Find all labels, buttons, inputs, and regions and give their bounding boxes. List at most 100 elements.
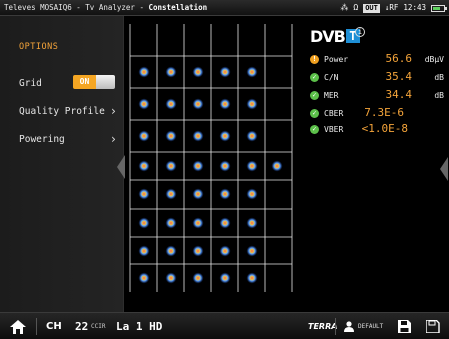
constellation-point — [246, 245, 258, 257]
output-badge: OUT — [363, 3, 380, 13]
info-icon[interactable]: i — [355, 27, 365, 37]
grid-toggle-on: ON — [73, 75, 96, 89]
constellation-diagram — [129, 24, 293, 292]
terrestrial-button[interactable]: TERRA — [308, 313, 337, 339]
divider — [335, 318, 336, 335]
constellation-point — [138, 160, 150, 172]
constellation-point — [219, 160, 231, 172]
constellation-point — [192, 188, 204, 200]
check-icon: ✓ — [310, 109, 319, 118]
constellation-point — [219, 66, 231, 78]
constellation-point — [246, 217, 258, 229]
grid-option: Grid ON — [19, 75, 117, 89]
channel-number-text: 22 — [75, 320, 89, 333]
measurement-value: 34.4 — [385, 88, 413, 101]
measurement-label: Power — [324, 55, 349, 64]
headphones-icon[interactable]: Ω — [353, 0, 358, 16]
save-icon — [398, 320, 411, 333]
channel-plan: CCIR — [91, 313, 105, 339]
check-icon: ✓ — [310, 73, 319, 82]
constellation-point — [192, 160, 204, 172]
home-button[interactable] — [10, 313, 26, 339]
measurement-value: <1.0E-8 — [361, 122, 408, 135]
quality-profile-option[interactable]: Quality Profile › — [19, 104, 117, 118]
constellation-grid — [129, 24, 293, 292]
constellation-point — [165, 188, 177, 200]
rf-indicator: ↓RF — [384, 3, 399, 12]
save-as-icon — [426, 320, 440, 333]
status-group: ⁂ Ω OUT ↓RF 12:43 — [340, 0, 447, 16]
top-status-bar: Televes MOSAIQ6 - Tv Analyzer - Constell… — [0, 0, 449, 16]
clock: 12:43 — [403, 3, 426, 12]
constellation-point — [138, 217, 150, 229]
grid-toggle[interactable]: ON — [73, 75, 115, 89]
user-icon — [344, 321, 354, 332]
dvb-t-logo: DVB T — [310, 25, 360, 47]
powering-option[interactable]: Powering › — [19, 132, 117, 146]
measurement-value: 35.4 — [385, 70, 413, 83]
constellation-point — [246, 98, 258, 110]
options-title: OPTIONS — [19, 42, 59, 52]
constellation-point — [219, 188, 231, 200]
constellation-point — [138, 272, 150, 284]
constellation-point — [138, 188, 150, 200]
constellation-point — [192, 272, 204, 284]
constellation-point — [192, 98, 204, 110]
divider — [36, 318, 37, 335]
lnb-icon: ⁂ — [340, 3, 349, 12]
constellation-point — [165, 130, 177, 142]
measurement-value: 7.3E-6 — [364, 106, 404, 119]
constellation-point — [165, 217, 177, 229]
collapse-right-arrow-icon[interactable] — [440, 157, 448, 181]
constellation-point — [165, 245, 177, 257]
measurement-label: C/N — [324, 73, 339, 82]
profile-button[interactable]: DEFAULT — [344, 313, 383, 339]
service-name: La 1 HD — [116, 313, 162, 339]
constellation-point — [246, 130, 258, 142]
constellation-point — [219, 245, 231, 257]
grid-label: Grid — [19, 78, 42, 89]
measurement-unit: dBµV — [424, 55, 444, 64]
constellation-point — [246, 188, 258, 200]
channel-plan-text: CCIR — [91, 323, 106, 330]
constellation-point — [219, 272, 231, 284]
app-title: Televes MOSAIQ6 - Tv Analyzer - Constell… — [4, 0, 207, 16]
app-mode-title: Constellation — [148, 3, 208, 12]
measurement-value: 56.6 — [385, 52, 413, 65]
warning-icon: ! — [310, 55, 319, 64]
channel-button[interactable]: CH — [46, 313, 62, 339]
constellation-point — [219, 130, 231, 142]
constellation-point — [246, 66, 258, 78]
measurement-row: ✓ C/N 35.4 dB — [310, 70, 444, 86]
measurement-row: ✓ CBER 7.3E-6 — [310, 106, 444, 122]
pilot-point — [271, 160, 283, 172]
check-icon: ✓ — [310, 91, 319, 100]
constellation-point — [138, 66, 150, 78]
constellation-point — [165, 272, 177, 284]
app-title-prefix: Televes MOSAIQ6 - Tv Analyzer - — [4, 3, 149, 12]
measurement-label: MER — [324, 91, 339, 100]
constellation-point — [165, 98, 177, 110]
quality-profile-label: Quality Profile — [19, 106, 105, 117]
measurement-row: ✓ MER 34.4 dB — [310, 88, 444, 104]
constellation-point — [246, 160, 258, 172]
measurement-unit: dB — [434, 73, 444, 82]
chevron-right-icon: › — [109, 132, 117, 146]
constellation-point — [219, 98, 231, 110]
save-as-button[interactable] — [426, 313, 440, 339]
save-button[interactable] — [398, 313, 411, 339]
constellation-point — [192, 217, 204, 229]
profile-label: DEFAULT — [358, 323, 384, 330]
constellation-symbols — [138, 66, 283, 284]
constellation-point — [138, 98, 150, 110]
powering-label: Powering — [19, 134, 65, 145]
constellation-point — [219, 217, 231, 229]
measurement-row: ! Power 56.6 dBµV — [310, 52, 444, 68]
bottom-bar: CH 22 CCIR La 1 HD TERRA DEFAULT — [0, 312, 449, 339]
measurement-label: CBER — [324, 109, 344, 118]
constellation-point — [138, 245, 150, 257]
constellation-point — [165, 160, 177, 172]
measurement-unit: dB — [434, 91, 444, 100]
constellation-point — [192, 130, 204, 142]
constellation-point — [165, 66, 177, 78]
